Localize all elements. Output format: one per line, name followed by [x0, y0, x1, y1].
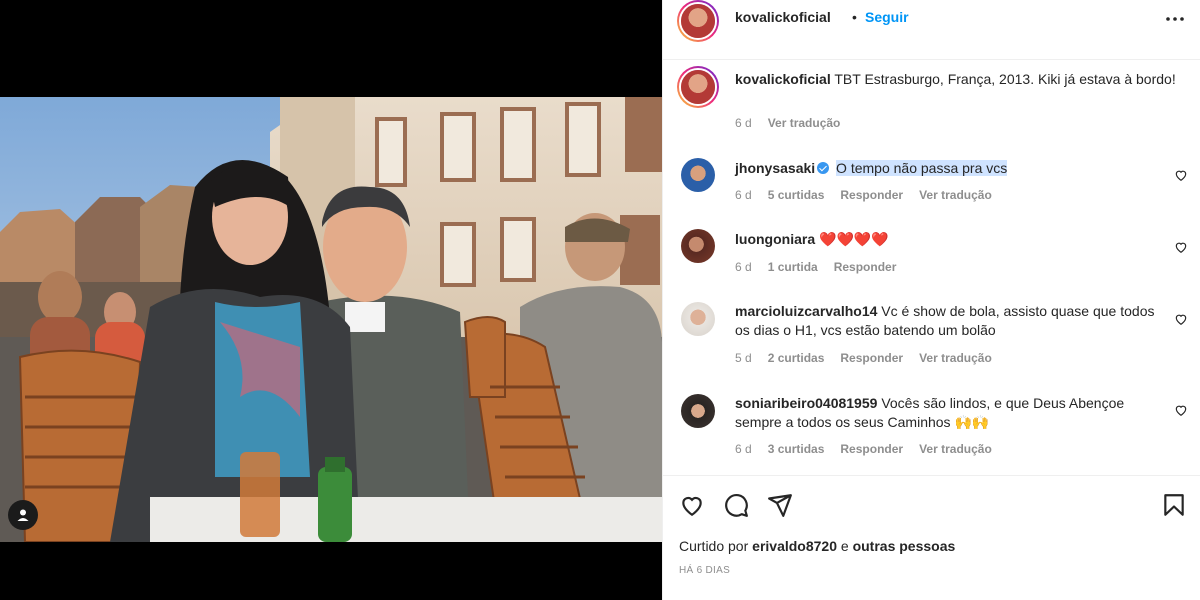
translate-link[interactable]: Ver tradução [919, 351, 992, 365]
comment-text: ❤️❤️❤️❤️ [819, 231, 889, 247]
comment-meta: 5 d 2 curtidas Responder Ver tradução [735, 351, 992, 365]
tagged-users-button[interactable] [8, 500, 38, 530]
liked-by-prefix: Curtido por [679, 538, 749, 554]
comment-bubble-icon[interactable] [723, 492, 749, 518]
comment-meta: 6 d 3 curtidas Responder Ver tradução [735, 442, 992, 456]
avatar[interactable] [677, 0, 719, 42]
translate-link[interactable]: Ver tradução [919, 442, 992, 456]
comment-3: marcioluizcarvalho14 Vc é show de bola, … [735, 302, 1155, 340]
comment-avatar[interactable] [681, 302, 715, 336]
post-media [0, 0, 662, 600]
liked-by-summary: Curtido por erivaldo8720 e outras pessoa… [679, 538, 955, 554]
comment-avatar[interactable] [681, 229, 715, 263]
verified-badge-icon [817, 162, 830, 174]
comment-likes[interactable]: 3 curtidas [768, 442, 825, 456]
caption-text: TBT Estrasburgo, França, 2013. Kiki já e… [834, 71, 1176, 87]
comment-username[interactable]: jhonysasaki [735, 160, 815, 176]
post-timestamp[interactable]: HÁ 6 DIAS [679, 565, 730, 576]
save-bookmark-icon[interactable] [1161, 492, 1187, 518]
post-sidebar: kovalickoficial • Seguir kovalickoficial… [662, 0, 1200, 600]
post-photo[interactable] [0, 97, 662, 542]
reply-button[interactable]: Responder [840, 351, 903, 365]
follow-button[interactable]: Seguir [865, 9, 909, 25]
separator-dot: • [852, 9, 857, 25]
post-actions: Curtido por erivaldo8720 e outras pessoa… [663, 475, 1200, 600]
liked-by-conj: e [840, 538, 849, 554]
caption-translate-link[interactable]: Ver tradução [768, 116, 841, 130]
reply-button[interactable]: Responder [834, 260, 897, 274]
comment-time[interactable]: 6 d [735, 260, 752, 274]
comment-username[interactable]: soniaribeiro04081959 [735, 395, 877, 411]
comment-avatar[interactable] [681, 394, 715, 428]
comment-like-heart-icon[interactable] [1174, 240, 1188, 254]
comment-avatar[interactable] [681, 158, 715, 192]
caption-time[interactable]: 6 d [735, 116, 752, 130]
comment-like-heart-icon[interactable] [1174, 312, 1188, 326]
reply-button[interactable]: Responder [840, 442, 903, 456]
comment-time[interactable]: 6 d [735, 442, 752, 456]
comment-username[interactable]: marcioluizcarvalho14 [735, 303, 877, 319]
user-icon [17, 509, 29, 521]
comment-username[interactable]: luongoniara [735, 231, 815, 247]
liked-by-user[interactable]: erivaldo8720 [752, 538, 837, 554]
share-paper-plane-icon[interactable] [767, 492, 793, 518]
author-username[interactable]: kovalickoficial [735, 9, 831, 25]
comment-like-heart-icon[interactable] [1174, 403, 1188, 417]
comment-meta: 6 d 1 curtida Responder [735, 260, 896, 274]
caption-username[interactable]: kovalickoficial [735, 71, 831, 87]
caption-meta: 6 d Ver tradução [735, 116, 840, 130]
comment-likes[interactable]: 1 curtida [768, 260, 818, 274]
caption-avatar[interactable] [677, 66, 719, 108]
comment-text: O tempo não passa pra vcs [836, 160, 1008, 176]
comment-1: jhonysasaki O tempo não passa pra vcs [735, 159, 1155, 178]
comment-2: luongoniara ❤️❤️❤️❤️ [735, 230, 1155, 249]
reply-button[interactable]: Responder [840, 188, 903, 202]
more-options-icon[interactable] [1165, 16, 1185, 22]
translate-link[interactable]: Ver tradução [919, 188, 992, 202]
post-header: kovalickoficial • Seguir [663, 0, 1200, 60]
comment-likes[interactable]: 2 curtidas [768, 351, 825, 365]
liked-by-others[interactable]: outras pessoas [853, 538, 956, 554]
like-heart-icon[interactable] [679, 492, 705, 518]
instagram-post-modal: kovalickoficial • Seguir kovalickoficial… [0, 0, 1200, 600]
comment-meta: 6 d 5 curtidas Responder Ver tradução [735, 188, 992, 202]
comment-like-heart-icon[interactable] [1174, 168, 1188, 182]
comment-likes[interactable]: 5 curtidas [768, 188, 825, 202]
comment-time[interactable]: 6 d [735, 188, 752, 202]
caption: kovalickoficial TBT Estrasburgo, França,… [735, 70, 1185, 89]
comment-4: soniaribeiro04081959 Vocês são lindos, e… [735, 394, 1155, 432]
comment-time[interactable]: 5 d [735, 351, 752, 365]
